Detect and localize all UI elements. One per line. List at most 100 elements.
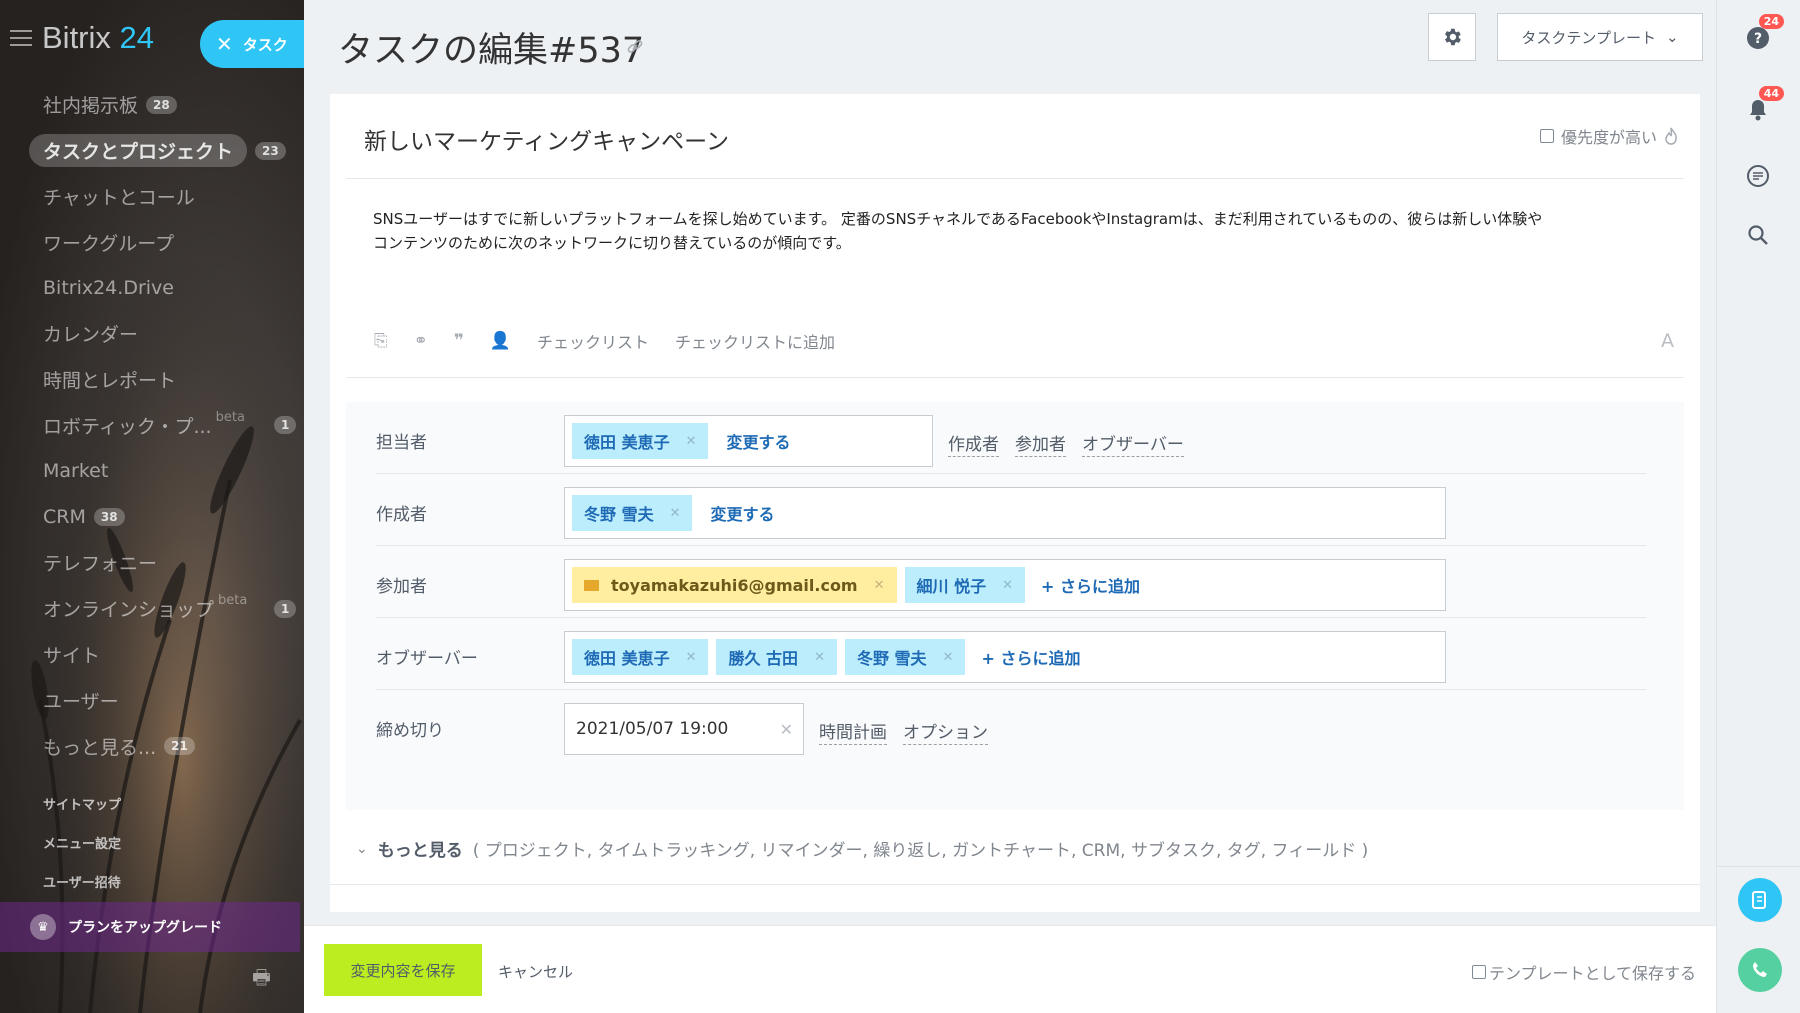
task-description-editor[interactable]: SNSユーザーはすでに新しいプラットフォームを探し始めています。 定番のSNSチ… [373,207,1673,255]
sidebar-item-market[interactable]: Market [30,448,300,494]
sidebar-item-feed[interactable]: 社内掲示板 28 [30,82,300,128]
remove-icon[interactable]: ✕ [686,650,697,665]
save-as-template-toggle[interactable]: テンプレートとして保存する [1471,960,1696,984]
deadline-input[interactable]: 2021/05/07 19:00 ✕ [564,703,804,755]
remove-icon[interactable]: ✕ [943,650,954,665]
gear-icon [1445,28,1461,46]
template-checkbox[interactable] [1471,965,1486,979]
fire-icon [1665,127,1677,145]
checklist-button[interactable]: チェックリスト [537,329,649,353]
messenger-button[interactable] [1738,156,1778,196]
divider [1717,866,1800,867]
assignee-row: 担当者 徳田 美恵子 ✕ 変更する 作成者 参加者 オブザーバー [376,402,1646,474]
copy-link-icon[interactable] [626,38,644,56]
sidebar-item-telephony[interactable]: テレフォニー [30,540,300,586]
add-to-checklist-button[interactable]: チェックリストに追加 [675,329,835,353]
invite-users-link[interactable]: ユーザー招待 [43,872,121,891]
priority-checkbox[interactable] [1539,129,1554,143]
creator-row: 作成者 冬野 雪夫 ✕ 変更する [376,474,1646,546]
remove-icon[interactable]: ✕ [670,506,681,521]
printer-icon[interactable]: 🖶 [252,963,271,997]
link-icon[interactable]: ⚭ [414,331,428,351]
upgrade-plan-button[interactable]: ♛ プランをアップグレード [0,902,300,952]
sidebar-item-time-reports[interactable]: 時間とレポート [30,357,300,403]
user-chip[interactable]: 徳田 美恵子 ✕ [572,639,709,675]
creator-label: 作成者 [376,505,427,525]
page-title: タスクの編集#537 [338,31,645,71]
add-creator-link[interactable]: 作成者 [948,430,999,457]
sidebar-item-drive[interactable]: Bitrix24.Drive [30,265,300,311]
remove-icon[interactable]: ✕ [1002,578,1013,593]
sitemap-link[interactable]: サイトマップ [43,794,121,813]
mention-user-icon[interactable]: 👤 [490,331,511,351]
more-options-toggle[interactable]: ⌄ もっと見る ( プロジェクト, タイムトラッキング, リマインダー, 繰り返… [356,836,1368,862]
task-title-input[interactable]: 新しいマーケティングキャンペーン [364,122,729,156]
remove-icon[interactable]: ✕ [814,650,825,665]
options-link[interactable]: オプション [903,718,988,745]
sidebar-item-crm[interactable]: CRM 38 [30,494,300,540]
assignee-field[interactable]: 徳田 美恵子 ✕ 変更する [564,415,933,467]
add-participant-link[interactable]: 参加者 [1015,430,1066,457]
divider [346,178,1684,179]
observers-label: オブザーバー [376,649,478,669]
user-chip[interactable]: 細川 悦子 ✕ [904,567,1025,603]
bell-icon [1750,100,1766,121]
assignee-label: 担当者 [376,433,427,453]
sidebar-item-shop[interactable]: オンラインショップ beta 1 [30,586,300,632]
quote-icon[interactable]: ❞ [454,331,464,351]
role-links: 作成者 参加者 オブザーバー [948,430,1184,457]
email-chip[interactable]: toyamakazuhi6@gmail.com ✕ [572,567,897,603]
task-template-dropdown[interactable]: タスクテンプレート ⌄ [1497,13,1703,61]
divider [346,377,1684,378]
remove-icon[interactable]: ✕ [874,578,885,593]
chat-icon [1747,165,1769,187]
high-priority-toggle[interactable]: 優先度が高い [1539,124,1678,148]
sidebar-item-workgroups[interactable]: ワークグループ [30,219,300,265]
observers-row: オブザーバー 徳田 美恵子 ✕ 勝久 古田 ✕ 冬野 雪夫 ✕ + さらに追加 [376,618,1646,690]
bitrix-logo[interactable]: Bitrix 24 [42,20,154,56]
save-changes-button[interactable]: 変更内容を保存 [324,944,482,996]
user-chip[interactable]: 冬野 雪夫 ✕ [844,639,966,675]
cancel-button[interactable]: キャンセル [498,961,573,982]
main-area: タスクの編集#537 タスクテンプレート ⌄ 新しいマーケティングキャンペーン … [304,0,1716,1013]
change-creator-link[interactable]: 変更する [710,501,774,525]
call-button[interactable] [1738,948,1782,992]
remove-icon[interactable]: ✕ [686,434,697,449]
phone-icon [1753,962,1767,977]
sidebar-item-users[interactable]: ユーザー [30,677,300,723]
clear-icon[interactable]: ✕ [780,720,793,739]
sidebar-item-rpa[interactable]: ロボティック・プ... beta 1 [30,403,300,449]
menu-settings-link[interactable]: メニュー設定 [43,833,121,852]
change-assignee-link[interactable]: 変更する [726,429,790,453]
settings-button[interactable] [1428,13,1476,61]
participants-field[interactable]: toyamakazuhi6@gmail.com ✕ 細川 悦子 ✕ + さらに追加 [564,559,1446,611]
text-format-button[interactable]: A [1661,330,1674,352]
sidebar-item-more[interactable]: もっと見る... 21 [30,723,300,769]
add-more-observers-link[interactable]: + さらに追加 [981,645,1080,669]
sidebar-item-sites[interactable]: サイト [30,632,300,678]
help-button[interactable]: ? 24 [1738,14,1784,58]
user-chip[interactable]: 冬野 雪夫 ✕ [572,495,693,531]
notifications-button[interactable]: 44 [1738,86,1784,130]
user-chip[interactable]: 徳田 美恵子 ✕ [572,423,709,459]
task-slider-button[interactable]: ✕ タスク [200,20,304,68]
time-planning-link[interactable]: 時間計画 [819,718,887,745]
counter-badge: 23 [255,141,286,160]
sidebar-item-tasks[interactable]: タスクとプロジェクト 23 [29,128,300,174]
user-chip[interactable]: 勝久 古田 ✕ [716,639,837,675]
sidebar-item-calendar[interactable]: カレンダー [30,311,300,357]
docs-button[interactable] [1738,878,1782,922]
add-observer-link[interactable]: オブザーバー [1082,430,1184,457]
crown-icon: ♛ [30,914,56,940]
document-icon [1752,891,1766,909]
creator-field[interactable]: 冬野 雪夫 ✕ 変更する [564,487,1446,539]
observers-field[interactable]: 徳田 美恵子 ✕ 勝久 古田 ✕ 冬野 雪夫 ✕ + さらに追加 [564,631,1446,683]
attach-file-icon[interactable]: ⎘ [374,331,388,351]
chevron-down-icon: ⌄ [356,840,368,857]
search-button[interactable] [1738,215,1778,255]
deadline-label: 締め切り [376,721,444,741]
add-more-participants-link[interactable]: + さらに追加 [1041,573,1140,597]
sidebar-item-chat[interactable]: チャットとコール [30,174,300,220]
menu-hamburger-icon[interactable] [10,30,32,48]
editor-toolbar: ⎘ ⚭ ❞ 👤 チェックリスト チェックリストに追加 A [374,326,1674,356]
